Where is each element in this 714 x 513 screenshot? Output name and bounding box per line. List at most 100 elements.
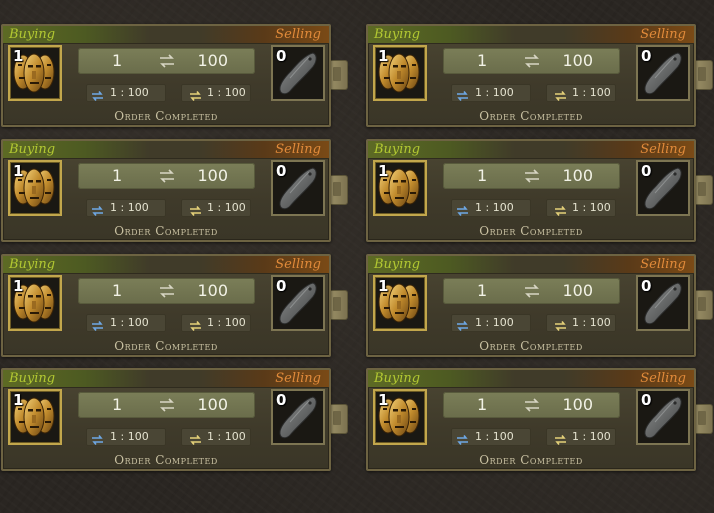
blue-exchange-icon	[91, 87, 104, 106]
buying-label: Buying	[9, 257, 56, 272]
selling-label: Selling	[640, 27, 686, 42]
sell-item-slot[interactable]: 0	[636, 389, 690, 445]
buy-ratio-text: 1 : 100	[475, 201, 514, 214]
sell-ratio-box: 1 : 100	[546, 199, 616, 217]
sell-item-quantity: 0	[276, 47, 287, 65]
order-expand-tab[interactable]	[694, 60, 713, 90]
buy-amount: 1	[477, 166, 488, 185]
order-expand-tab[interactable]	[694, 175, 713, 205]
order-header: Buying Selling	[3, 141, 329, 159]
trade-order-card[interactable]: Buying Selling 1 1 100 1: 100 1: 100 0…	[366, 139, 714, 242]
sell-ratio-box: 1 : 100	[181, 428, 251, 446]
trade-order-card[interactable]: Buying Selling 1 1 100 1: 100 1: 100 0…	[366, 368, 714, 471]
order-expand-tab[interactable]	[694, 290, 713, 320]
sell-item-slot[interactable]: 0	[271, 275, 325, 331]
order-expand-tab[interactable]	[329, 60, 348, 90]
buy-ratio-box: 1 : 100	[451, 84, 531, 102]
sell-item-slot[interactable]: 0	[271, 389, 325, 445]
sell-ratio-text: 1 : 100	[207, 430, 246, 443]
sell-item-slot[interactable]: 0	[636, 45, 690, 101]
sell-item-quantity: 0	[276, 277, 287, 295]
trade-order-card[interactable]: Buying Selling 1 1 100 1: 100 1: 100 0…	[1, 139, 351, 242]
sell-item-slot[interactable]: 0	[636, 275, 690, 331]
sell-amount: 100	[562, 166, 593, 185]
sell-item-slot[interactable]: 0	[271, 160, 325, 216]
buy-ratio-text: 1 : 100	[110, 430, 149, 443]
order-expand-tab[interactable]	[694, 404, 713, 434]
sell-ratio-text: 1 : 100	[572, 86, 611, 99]
selling-label: Selling	[275, 142, 321, 157]
blue-exchange-icon	[456, 317, 469, 336]
buy-item-quantity: 1	[378, 277, 389, 295]
trade-order-card[interactable]: Buying Selling 1 1 100 1: 100 1: 100 0…	[1, 254, 351, 357]
buy-item-slot[interactable]: 1	[373, 389, 427, 445]
exchange-arrows-icon	[159, 53, 175, 73]
order-header: Buying Selling	[3, 26, 329, 44]
sell-amount: 100	[197, 395, 228, 414]
selling-label: Selling	[275, 27, 321, 42]
buy-ratio-box: 1 : 100	[451, 428, 531, 446]
buy-item-quantity: 1	[378, 162, 389, 180]
amount-bar: 1 100	[78, 163, 255, 189]
sell-item-quantity: 0	[641, 391, 652, 409]
buy-amount: 1	[477, 281, 488, 300]
order-panel: Buying Selling 1 1 100 1: 100 1: 100 0…	[1, 24, 331, 127]
buy-ratio-text: 1 : 100	[110, 86, 149, 99]
buy-item-slot[interactable]: 1	[8, 160, 62, 216]
buy-item-slot[interactable]: 1	[8, 45, 62, 101]
order-panel: Buying Selling 1 1 100 1: 100 1: 100 0…	[366, 139, 696, 242]
order-status: Order Completed	[114, 109, 218, 123]
sell-ratio-box: 1 : 100	[546, 428, 616, 446]
order-status: Order Completed	[479, 224, 583, 238]
trade-order-card[interactable]: Buying Selling 1 1 100 1: 100 1: 100 0…	[366, 254, 714, 357]
sell-ratio-box: 1 : 100	[181, 314, 251, 332]
buy-item-slot[interactable]: 1	[373, 275, 427, 331]
sell-item-quantity: 0	[641, 277, 652, 295]
sell-item-slot[interactable]: 0	[636, 160, 690, 216]
order-expand-tab[interactable]	[329, 404, 348, 434]
buy-amount: 1	[112, 166, 123, 185]
amount-bar: 1 100	[78, 392, 255, 418]
amount-bar: 1 100	[443, 163, 620, 189]
sell-ratio-box: 1 : 100	[181, 199, 251, 217]
sell-item-quantity: 0	[641, 47, 652, 65]
sell-ratio-text: 1 : 100	[207, 316, 246, 329]
order-panel: Buying Selling 1 1 100 1: 100 1: 100 0…	[366, 368, 696, 471]
gold-exchange-icon	[554, 317, 567, 336]
buy-item-slot[interactable]: 1	[8, 389, 62, 445]
sell-amount: 100	[562, 395, 593, 414]
order-status: Order Completed	[479, 339, 583, 353]
buy-item-slot[interactable]: 1	[373, 45, 427, 101]
sell-item-quantity: 0	[641, 162, 652, 180]
order-status: Order Completed	[479, 109, 583, 123]
blue-exchange-icon	[456, 87, 469, 106]
buy-ratio-box: 1 : 100	[86, 199, 166, 217]
trade-order-card[interactable]: Buying Selling 1 1 100 1: 100 1: 100 0…	[1, 368, 351, 471]
buying-label: Buying	[9, 371, 56, 386]
exchange-arrows-icon	[524, 53, 540, 73]
buy-ratio-text: 1 : 100	[110, 316, 149, 329]
gold-exchange-icon	[189, 202, 202, 221]
buy-item-slot[interactable]: 1	[373, 160, 427, 216]
blue-exchange-icon	[91, 317, 104, 336]
buy-ratio-text: 1 : 100	[110, 201, 149, 214]
order-header: Buying Selling	[3, 256, 329, 274]
buy-amount: 1	[112, 51, 123, 70]
order-expand-tab[interactable]	[329, 290, 348, 320]
order-header: Buying Selling	[368, 370, 694, 388]
gold-exchange-icon	[554, 431, 567, 450]
sell-ratio-text: 1 : 100	[207, 86, 246, 99]
sell-amount: 100	[197, 51, 228, 70]
buy-item-slot[interactable]: 1	[8, 275, 62, 331]
order-panel: Buying Selling 1 1 100 1: 100 1: 100 0…	[1, 368, 331, 471]
gold-exchange-icon	[189, 317, 202, 336]
order-expand-tab[interactable]	[329, 175, 348, 205]
buy-ratio-box: 1 : 100	[86, 428, 166, 446]
sell-item-slot[interactable]: 0	[271, 45, 325, 101]
order-panel: Buying Selling 1 1 100 1: 100 1: 100 0…	[1, 254, 331, 357]
gold-exchange-icon	[189, 87, 202, 106]
trade-order-card[interactable]: Buying Selling 1 1 100 1: 100 1: 100 0…	[1, 24, 351, 127]
selling-label: Selling	[640, 142, 686, 157]
trade-orders-grid: Buying Selling 1 1 100 1: 100 1: 100 0…	[0, 0, 714, 513]
trade-order-card[interactable]: Buying Selling 1 1 100 1: 100 1: 100 0…	[366, 24, 714, 127]
